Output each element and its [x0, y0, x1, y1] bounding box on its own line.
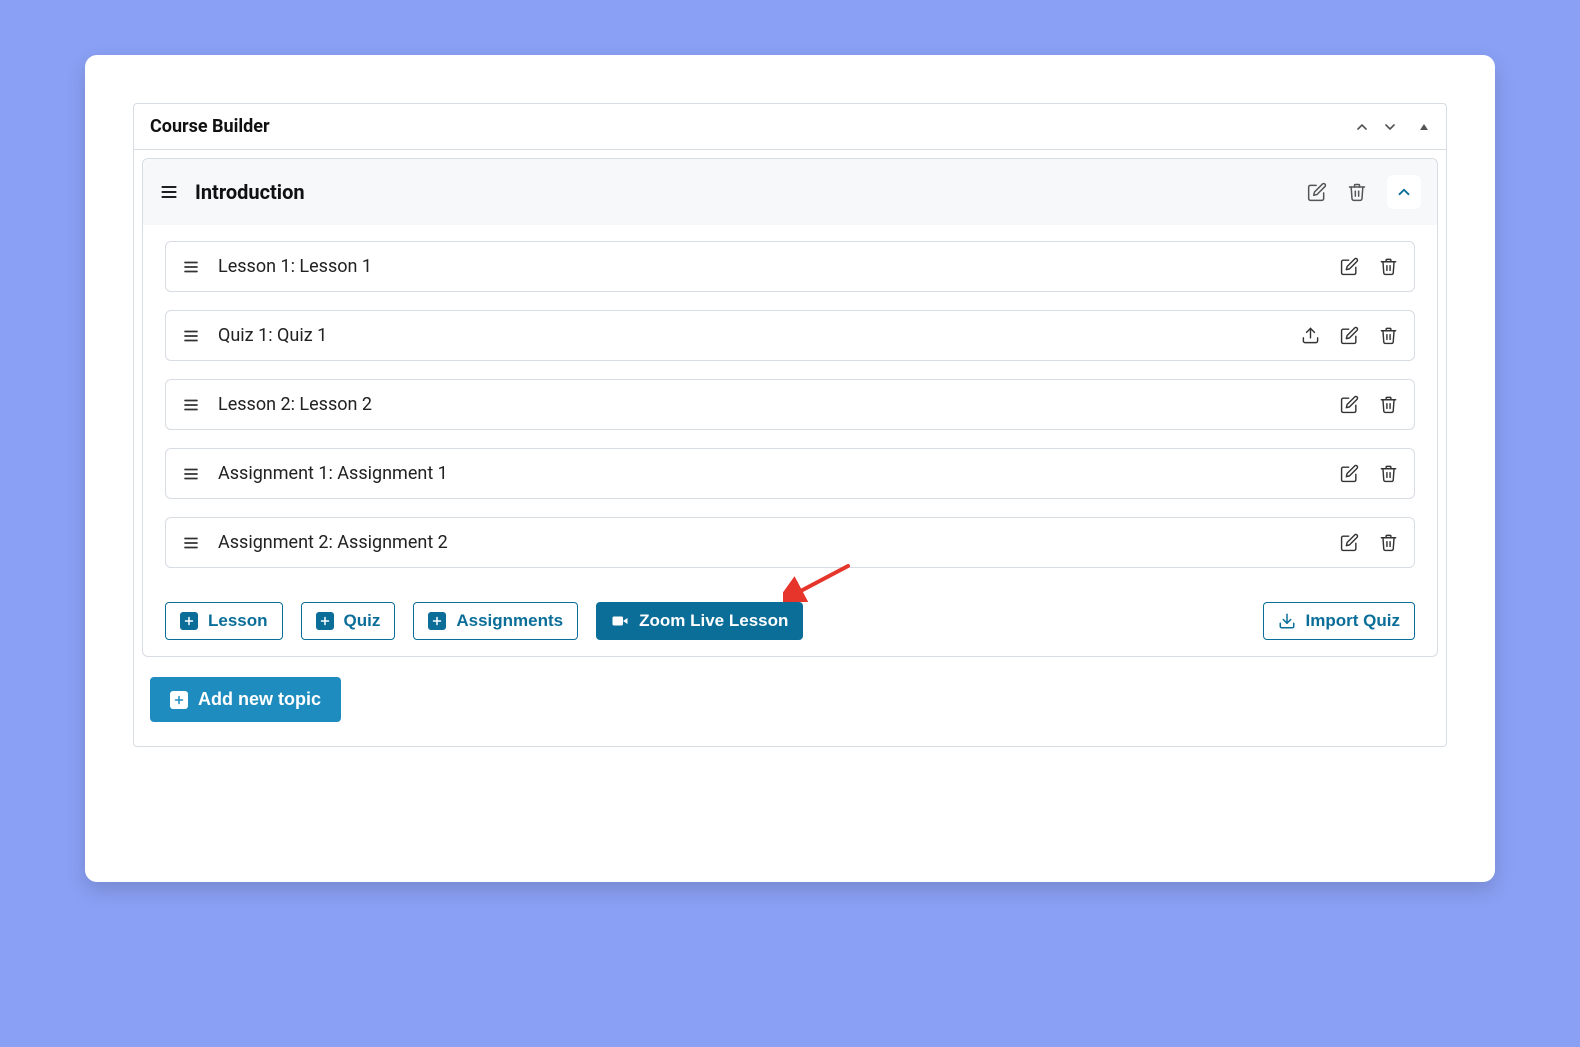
list-item-actions [1301, 326, 1398, 345]
edit-icon[interactable] [1340, 326, 1359, 345]
download-icon [1278, 612, 1296, 630]
topic: Introduction Less [142, 158, 1438, 657]
topic-header: Introduction [143, 159, 1437, 225]
plus-icon [316, 612, 334, 630]
edit-icon[interactable] [1340, 533, 1359, 552]
drag-icon[interactable] [182, 327, 200, 345]
import-quiz-label: Import Quiz [1306, 611, 1400, 631]
add-assignments-button[interactable]: Assignments [413, 602, 578, 640]
list-item[interactable]: Lesson 2: Lesson 2 [165, 379, 1415, 430]
trash-icon[interactable] [1379, 395, 1398, 414]
list-item-actions [1340, 395, 1398, 414]
list-item[interactable]: Quiz 1: Quiz 1 [165, 310, 1415, 361]
topic-button-row: Lesson Quiz Assignments [143, 596, 1437, 656]
list-item-actions [1340, 257, 1398, 276]
edit-icon[interactable] [1340, 257, 1359, 276]
list-item-label: Lesson 1: Lesson 1 [218, 256, 1340, 277]
add-quiz-button[interactable]: Quiz [301, 602, 396, 640]
edit-icon[interactable] [1340, 395, 1359, 414]
topic-title: Introduction [195, 180, 1307, 204]
triangle-up-icon[interactable] [1418, 121, 1430, 133]
video-icon [611, 612, 629, 630]
list-item-label: Quiz 1: Quiz 1 [218, 325, 1301, 346]
panel-header-controls [1354, 119, 1430, 135]
import-quiz-button[interactable]: Import Quiz [1263, 602, 1415, 640]
edit-icon[interactable] [1340, 464, 1359, 483]
trash-icon[interactable] [1379, 464, 1398, 483]
trash-icon[interactable] [1347, 182, 1367, 202]
topic-actions [1307, 175, 1421, 209]
course-builder-panel: Course Builder Introducti [133, 103, 1447, 747]
plus-icon [180, 612, 198, 630]
drag-icon[interactable] [182, 396, 200, 414]
drag-icon[interactable] [182, 258, 200, 276]
upload-icon[interactable] [1301, 326, 1320, 345]
add-assignments-label: Assignments [456, 611, 563, 631]
chevron-up-icon[interactable] [1354, 119, 1370, 135]
plus-icon [170, 691, 188, 709]
drag-icon[interactable] [159, 182, 179, 202]
list-item[interactable]: Assignment 2: Assignment 2 [165, 517, 1415, 568]
add-quiz-label: Quiz [344, 611, 381, 631]
trash-icon[interactable] [1379, 533, 1398, 552]
list-item[interactable]: Lesson 1: Lesson 1 [165, 241, 1415, 292]
drag-icon[interactable] [182, 465, 200, 483]
list-item-actions [1340, 533, 1398, 552]
list-item-actions [1340, 464, 1398, 483]
list-item-label: Assignment 1: Assignment 1 [218, 463, 1340, 484]
panel-title: Course Builder [150, 116, 270, 137]
add-lesson-label: Lesson [208, 611, 268, 631]
list-item[interactable]: Assignment 1: Assignment 1 [165, 448, 1415, 499]
add-lesson-button[interactable]: Lesson [165, 602, 283, 640]
panel-body: Introduction Less [134, 150, 1446, 746]
add-topic-wrap: Add new topic [142, 657, 1438, 730]
main-card: Course Builder Introducti [85, 55, 1495, 882]
drag-icon[interactable] [182, 534, 200, 552]
topic-items: Lesson 1: Lesson 1 Quiz 1: Quiz 1 Lesson 2… [143, 225, 1437, 596]
collapse-topic-button[interactable] [1387, 175, 1421, 209]
plus-icon [428, 612, 446, 630]
list-item-label: Lesson 2: Lesson 2 [218, 394, 1340, 415]
zoom-live-lesson-label: Zoom Live Lesson [639, 611, 788, 631]
zoom-live-lesson-button[interactable]: Zoom Live Lesson [596, 602, 803, 640]
trash-icon[interactable] [1379, 326, 1398, 345]
add-new-topic-label: Add new topic [198, 689, 321, 710]
chevron-down-icon[interactable] [1382, 119, 1398, 135]
edit-icon[interactable] [1307, 182, 1327, 202]
panel-header: Course Builder [134, 104, 1446, 150]
add-new-topic-button[interactable]: Add new topic [150, 677, 341, 722]
trash-icon[interactable] [1379, 257, 1398, 276]
list-item-label: Assignment 2: Assignment 2 [218, 532, 1340, 553]
